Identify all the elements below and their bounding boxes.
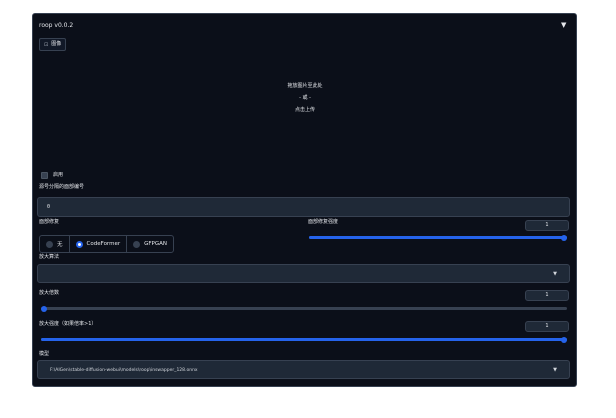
slider-thumb[interactable] [561,336,567,343]
restore-option-codeformer[interactable]: CodeFormer [70,236,128,252]
upscale-factor-number[interactable]: 1 [525,290,569,301]
restore-option-gfpgan[interactable]: GFPGAN [127,236,173,252]
slider-fill [41,338,567,341]
restore-label: 面部修复 [39,219,60,225]
restore-option-label: 无 [57,242,63,248]
roop-panel: roop v0.0.2 ▼ ⊡ 图像 拖放图片至此处 - 或 - 点击上传 启用… [32,13,577,387]
chevron-down-icon: ▼ [553,271,557,277]
upscale-visibility-number[interactable]: 1 [525,321,569,332]
radio-selected-icon [75,240,83,248]
enable-checkbox[interactable] [41,172,48,179]
restore-option-label: GFPGAN [144,241,167,247]
slider-thumb[interactable] [561,234,567,241]
restore-visibility-label: 面部修复强度 [308,219,339,225]
upscale-factor-slider[interactable] [41,305,567,312]
image-drop-zone[interactable]: 拖放图片至此处 - 或 - 点击上传 [37,52,573,172]
radio-icon [133,240,141,248]
or-separator: - 或 - [299,95,311,101]
upscaler-label: 放大算法 [39,254,60,260]
model-select[interactable]: F:\AIGen\stable-diffusion-webui\models\r… [37,360,570,379]
chevron-down-icon: ▼ [553,367,557,373]
panel-title: roop v0.0.2 [39,22,74,29]
click-upload-hint: 点击上传 [294,107,315,113]
upscaler-select[interactable]: ▼ [37,264,570,283]
drop-hint: 拖放图片至此处 [287,83,323,89]
face-index-label: 源号分隔的面部编号 [39,184,85,190]
face-index-input[interactable]: 0 [37,197,570,217]
restore-visibility-number[interactable]: 1 [525,220,569,231]
slider-fill [309,236,567,239]
model-label: 模型 [39,351,50,357]
image-tab-label: 图像 [51,41,62,47]
image-tab[interactable]: ⊡ 图像 [39,38,67,51]
restore-visibility-slider[interactable] [309,234,567,241]
enable-label: 启用 [53,172,64,178]
radio-icon [46,240,53,248]
triangle-down-icon[interactable]: ▼ [561,21,566,29]
slider-thumb[interactable] [41,305,47,312]
restore-radio-group: 无 CodeFormer GFPGAN [39,235,174,253]
restore-option-none[interactable]: 无 [40,236,70,252]
model-value: F:\AIGen\stable-diffusion-webui\models\r… [50,368,198,373]
face-index-value: 0 [47,204,51,210]
image-icon: ⊡ [44,41,49,48]
upscale-visibility-slider[interactable] [41,336,567,343]
upscale-visibility-label: 放大强度（如果倍率>1） [39,321,97,327]
restore-option-label: CodeFormer [86,241,121,247]
upscale-factor-label: 放大倍数 [39,290,60,296]
